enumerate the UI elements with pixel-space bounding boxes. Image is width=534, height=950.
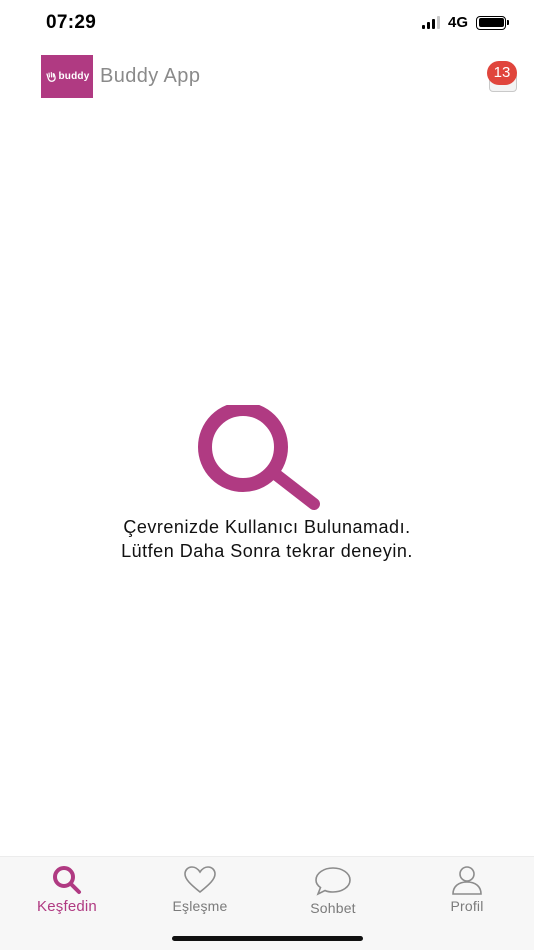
status-bar: 07:29 4G: [0, 0, 534, 46]
empty-message-line-2: Lütfen Daha Sonra tekrar deneyin.: [121, 541, 413, 561]
app-title: Buddy App: [100, 65, 201, 87]
tab-label: Eşleşme: [172, 898, 228, 914]
search-icon: [198, 405, 320, 510]
tab-label: Sohbet: [310, 900, 356, 916]
tab-label: Profil: [450, 898, 484, 914]
notification-button[interactable]: 13: [484, 58, 522, 96]
search-icon: [53, 866, 81, 894]
logo-text: buddy: [58, 71, 90, 82]
signal-icon: [421, 16, 440, 29]
empty-state: Çevrenizde Kullanıcı Bulunamadı. Lütfen …: [0, 405, 534, 563]
tab-kesfedin[interactable]: Keşfedin: [12, 865, 122, 925]
home-indicator: [172, 936, 363, 941]
chat-bubble-icon: [315, 867, 351, 896]
hand-wave-icon: [45, 71, 56, 82]
battery-icon: [476, 15, 509, 30]
tab-sohbet[interactable]: Sohbet: [278, 865, 388, 925]
empty-message-line-1: Çevrenizde Kullanıcı Bulunamadı.: [123, 517, 411, 537]
tab-profil[interactable]: Profil: [412, 865, 522, 925]
person-icon: [452, 866, 482, 895]
app-header: buddy Buddy App 13: [0, 50, 534, 104]
heart-icon: [184, 866, 216, 894]
tab-eslesme[interactable]: Eşleşme: [145, 865, 255, 925]
status-time: 07:29: [46, 12, 97, 33]
network-type: 4G: [447, 14, 468, 31]
app-logo: buddy: [41, 55, 93, 98]
status-indicators: 4G: [421, 14, 509, 31]
tab-label: Keşfedin: [37, 898, 97, 915]
notification-badge: 13: [487, 61, 517, 85]
